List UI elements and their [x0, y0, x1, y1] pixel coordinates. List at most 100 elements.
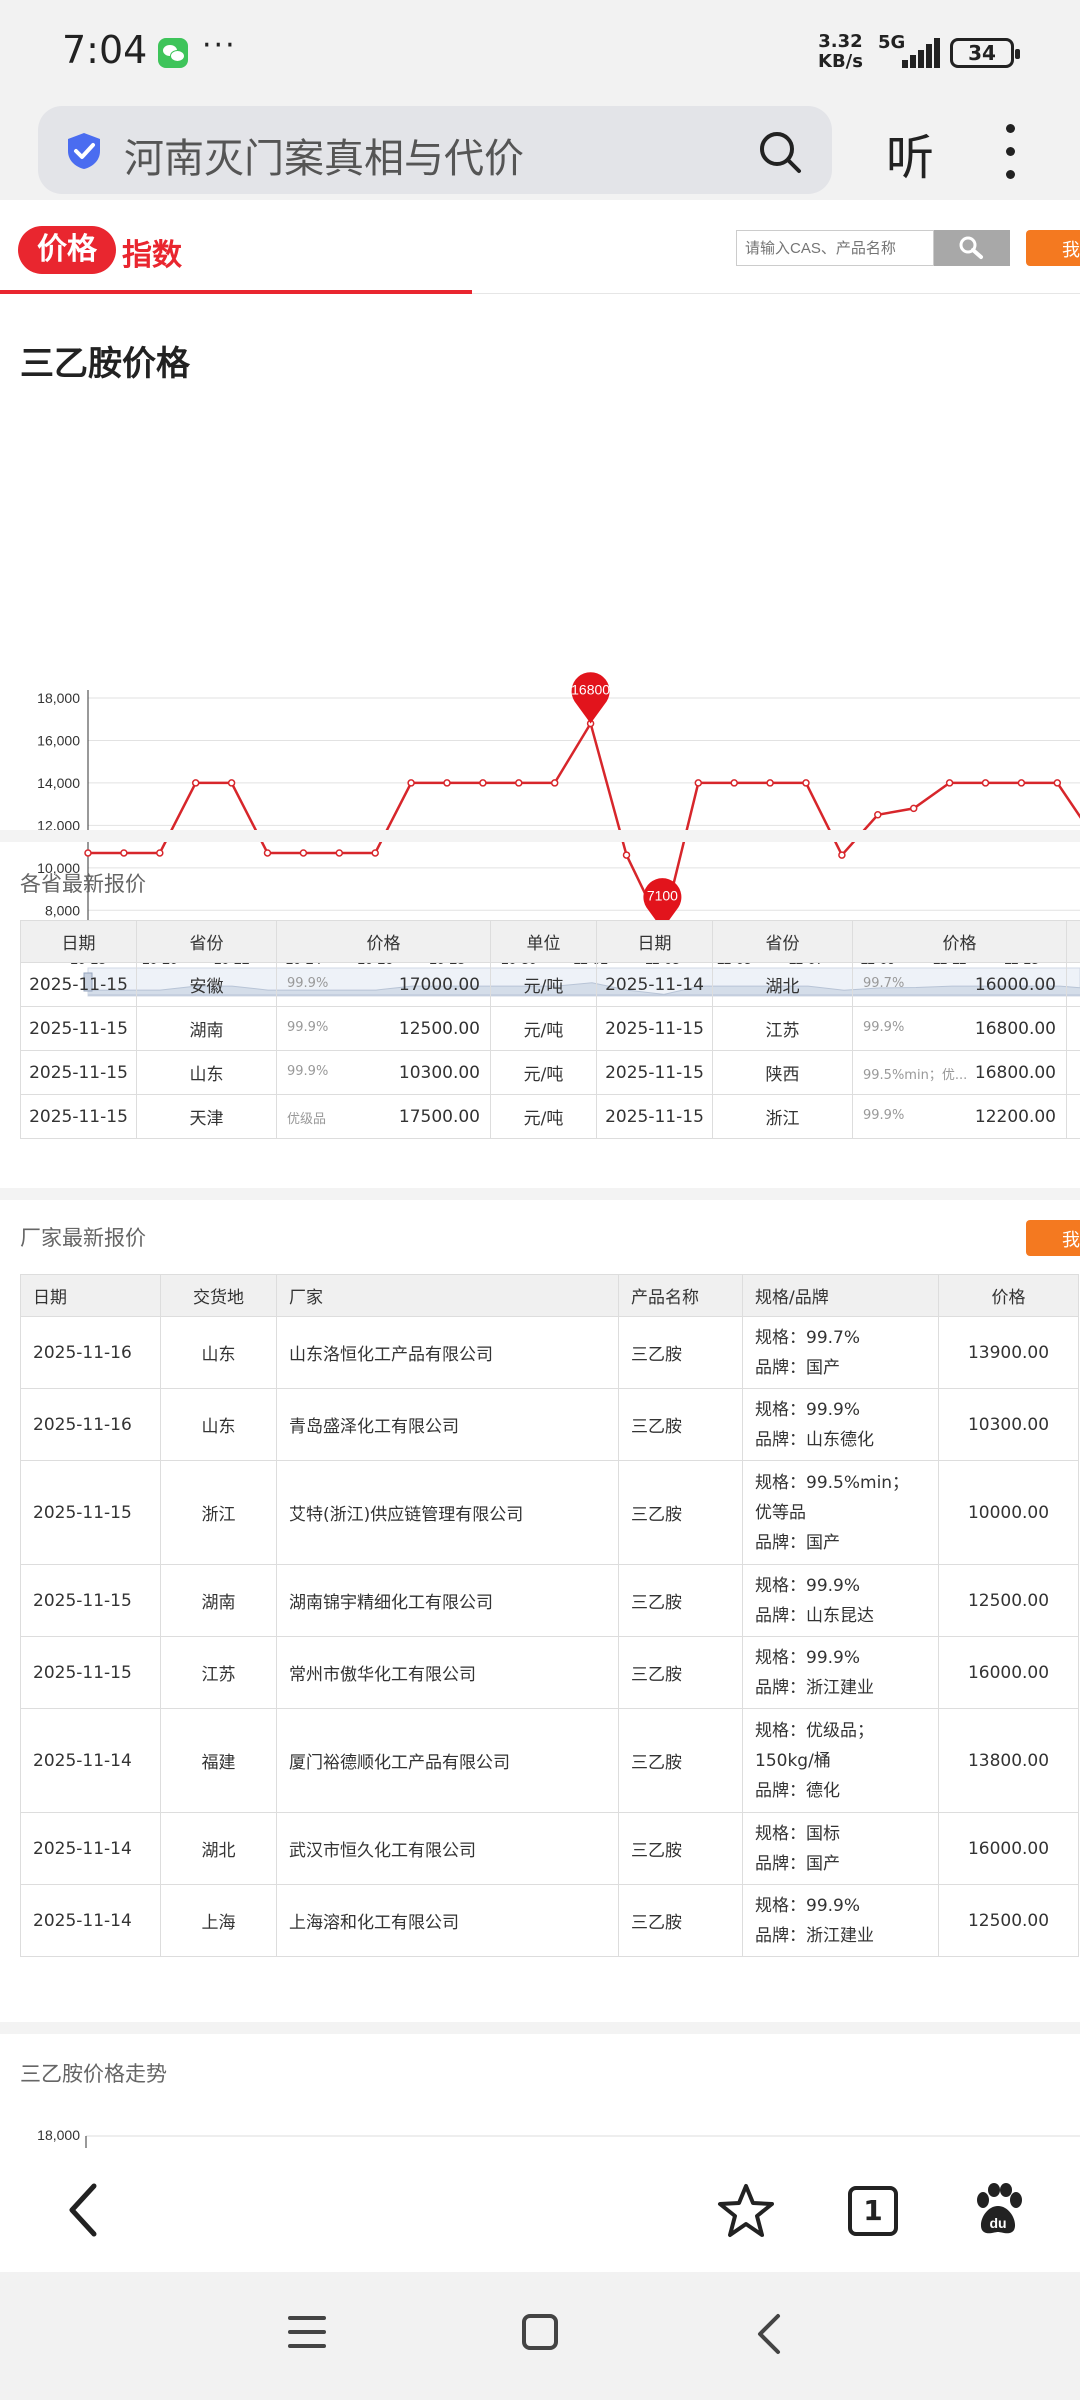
network-speed: 3.32 KB/s — [818, 32, 863, 72]
more-options-icon[interactable] — [998, 124, 1022, 180]
table-cell: 2025-11-14 — [20, 1884, 161, 1957]
search-bar[interactable]: 河南灭门案真相与代价 — [38, 106, 832, 194]
brand-text: 品牌：国产 — [755, 1532, 840, 1553]
spec-label: 99.9% — [863, 1108, 905, 1123]
back-icon[interactable] — [60, 2180, 110, 2240]
table-cell: 2025-11-15 — [20, 962, 137, 1007]
table-row: 2025-11-14 福建 厦门裕德顺化工产品有限公司 三乙胺 规格：优级品；150kg… — [20, 1708, 1079, 1813]
spec-text: 规格：99.5%min；优等品 — [755, 1472, 910, 1523]
data-point — [838, 851, 846, 859]
bookmark-star-icon[interactable] — [716, 2182, 776, 2240]
baidu-paw-icon[interactable]: du — [970, 2182, 1026, 2238]
tabs-count-button[interactable]: 1 — [848, 2186, 898, 2236]
table-cell: 陕西 — [712, 1050, 853, 1095]
trend-y-tick-label: 18,000 — [37, 2127, 80, 2143]
data-point — [299, 849, 308, 857]
recent-apps-icon[interactable] — [288, 2316, 326, 2350]
spec-brand-cell: 规格：99.5%min；优等品品牌：国产 — [742, 1460, 939, 1565]
cas-search-button[interactable] — [934, 230, 1010, 266]
home-icon[interactable] — [522, 2314, 558, 2350]
table-header-row: 日期 省份 价格 单位 日期 省份 价格 — [20, 920, 1080, 963]
data-point — [371, 849, 379, 857]
table-row: 2025-11-15 浙江 艾特(浙江)供应链管理有限公司 三乙胺 规格：99.5%mi… — [20, 1460, 1079, 1565]
spec-brand-cell: 规格：99.9% 品牌：浙江建业 — [742, 1636, 939, 1709]
table-cell: 元/吨 — [490, 1094, 597, 1139]
table-cell: 99.9% 17000.00 — [276, 962, 491, 1007]
table-cell: 2025-11-16 — [20, 1316, 161, 1389]
web-content: 价格 指数 我 三乙胺价格 6,6008,00010,00012,00014,0… — [0, 200, 1080, 2148]
y-tick-label: 14,000 — [37, 775, 80, 791]
y-tick-label: 8,000 — [45, 902, 80, 918]
data-point — [84, 849, 92, 857]
table-cell: 99.9% 12200.00 — [852, 1094, 1067, 1139]
table-cell: 天津 — [136, 1094, 277, 1139]
table-cell: 三乙胺 — [618, 1316, 743, 1389]
data-point — [335, 849, 344, 857]
cas-search-input[interactable] — [736, 230, 934, 266]
brand-text: 品牌：浙江建业 — [755, 1677, 874, 1698]
header-orange-button[interactable]: 我 — [1026, 230, 1080, 266]
min-marker-label: 7100 — [647, 887, 678, 903]
table-cell: 艾特(浙江)供应链管理有限公司 — [276, 1460, 619, 1565]
table-cell: 湖南 — [136, 1006, 277, 1051]
header-orange-button-label: 我 — [1062, 240, 1080, 261]
table-cell: 99.9% 16800.00 — [852, 1006, 1067, 1051]
table-cell: 三乙胺 — [618, 1564, 743, 1637]
price-value: 12200.00 — [974, 1106, 1056, 1127]
table-cell: 三乙胺 — [618, 1812, 743, 1885]
manufacturer-orange-button[interactable]: 我 — [1026, 1220, 1080, 1256]
data-point — [1017, 779, 1026, 787]
data-point — [802, 779, 810, 787]
data-point — [766, 779, 774, 787]
data-point — [515, 779, 523, 787]
data-point — [874, 811, 882, 819]
section-divider — [0, 830, 1080, 842]
network-speed-unit: KB/s — [818, 51, 863, 72]
table-cell: 99.9% 10300.00 — [276, 1050, 491, 1095]
table-cell: 99.5%min；优... 16800.00 — [852, 1050, 1067, 1095]
data-point — [407, 779, 415, 787]
table-cell: 优级品 17500.00 — [276, 1094, 491, 1139]
column-header: 产品名称 — [618, 1274, 743, 1317]
data-point — [156, 849, 164, 857]
manufacturer-price-table: 日期 交货地 厂家 产品名称 规格/品牌 价格 2025-11-16 山东 山东洛恒… — [20, 1274, 1079, 1957]
status-bar: 7:04 ··· 3.32 KB/s 5G 34 — [0, 0, 1080, 100]
table-cell: 三乙胺 — [618, 1388, 743, 1461]
system-nav-bar — [0, 2272, 1080, 2400]
table-cell: 16000.00 — [938, 1636, 1079, 1709]
search-query: 河南灭门案真相与代价 — [124, 136, 524, 182]
spec-text: 规格：99.9% — [755, 1575, 861, 1596]
tab-price[interactable]: 价格 — [18, 226, 116, 274]
table-cell: 山东 — [160, 1388, 277, 1461]
spec-text: 规格：优级品；150kg/桶 — [755, 1720, 874, 1771]
spec-brand-cell: 规格：99.9% 品牌：山东昆达 — [742, 1564, 939, 1637]
table-cell: 16000.00 — [938, 1812, 1079, 1885]
spec-label: 优级品 — [287, 1112, 327, 1127]
system-back-icon[interactable] — [754, 2312, 784, 2356]
spec-text: 规格：国标 — [755, 1823, 840, 1844]
table-cell: 元/吨 — [490, 962, 597, 1007]
y-tick-label: 16,000 — [37, 732, 80, 748]
table-row: 2025-11-16 山东 青岛盛泽化工有限公司 三乙胺 规格：99.9% 品牌：山东德化… — [20, 1388, 1079, 1461]
more-notifications-icon: ··· — [202, 28, 237, 63]
table-cell: 12500.00 — [938, 1564, 1079, 1637]
shield-icon — [68, 133, 100, 169]
table-row: 2025-11-15 安徽 99.9% 17000.00 元/吨 2025-11-14 湖北… — [20, 962, 1080, 1007]
table-cell: 湖南 — [160, 1564, 277, 1637]
table-cell: 2025-11-14 — [20, 1708, 161, 1813]
table-cell — [1066, 962, 1080, 1007]
table-row: 2025-11-15 天津 优级品 17500.00 元/吨 2025-11-15 浙江 99… — [20, 1094, 1080, 1139]
table-cell: 2025-11-15 — [20, 1050, 137, 1095]
data-point — [550, 779, 559, 787]
listen-button[interactable]: 听 — [886, 118, 934, 188]
table-cell: 99.7% 16000.00 — [852, 962, 1067, 1007]
spec-brand-cell: 规格：99.9% 品牌：山东德化 — [742, 1388, 939, 1461]
tab-index[interactable]: 指数 — [122, 230, 182, 274]
table-cell: 常州市傲华化工有限公司 — [276, 1636, 619, 1709]
table-cell: 山东 — [136, 1050, 277, 1095]
data-point — [1053, 779, 1062, 787]
manufacturer-orange-button-label: 我 — [1062, 1230, 1080, 1251]
search-icon[interactable] — [758, 130, 802, 174]
table-cell: 13800.00 — [938, 1708, 1079, 1813]
table-cell: 2025-11-14 — [20, 1812, 161, 1885]
